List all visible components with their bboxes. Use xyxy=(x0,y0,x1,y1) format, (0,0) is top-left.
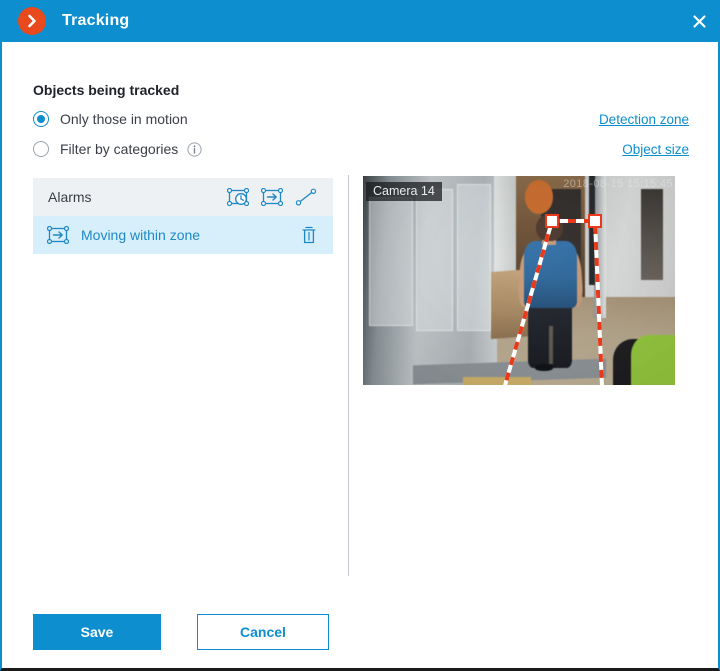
window-title: Tracking xyxy=(62,12,130,29)
title-bar: Tracking xyxy=(2,0,718,42)
radio-label-only-in-motion: Only those in motion xyxy=(60,111,188,127)
zone-moving-icon xyxy=(46,224,70,246)
tracking-dialog: Tracking Objects being tracked Only thos… xyxy=(0,0,720,671)
link-detection-zone[interactable]: Detection zone xyxy=(599,112,689,127)
radio-option-filter-by-categories[interactable]: Filter by categories xyxy=(33,141,202,157)
tripwire-line-icon[interactable] xyxy=(291,184,321,210)
alarms-header-title: Alarms xyxy=(48,189,92,205)
list-item[interactable]: Moving within zone xyxy=(33,216,333,254)
camera-preview[interactable]: Camera 14 2018-08-15 15:15:45 xyxy=(363,176,675,385)
camera-scene xyxy=(363,176,675,385)
panel-divider xyxy=(348,175,349,576)
app-logo-icon xyxy=(18,7,46,35)
section-title: Objects being tracked xyxy=(33,82,180,98)
cancel-button[interactable]: Cancel xyxy=(197,614,329,650)
radio-indicator-only-in-motion[interactable] xyxy=(33,111,49,127)
alarms-list-header: Alarms xyxy=(33,178,333,216)
close-button[interactable] xyxy=(682,6,716,36)
zone-handle-top-left[interactable] xyxy=(545,214,559,228)
info-circle-icon[interactable] xyxy=(187,141,202,157)
radio-option-only-in-motion[interactable]: Only those in motion xyxy=(33,111,188,127)
dialog-body: Objects being tracked Only those in moti… xyxy=(2,42,718,668)
camera-label: Camera 14 xyxy=(366,182,442,201)
alarms-list: Alarms Moving within zone xyxy=(33,178,333,254)
list-item-label: Moving within zone xyxy=(81,227,201,243)
zone-loitering-icon[interactable] xyxy=(223,184,253,210)
trash-icon[interactable] xyxy=(297,223,321,247)
save-button[interactable]: Save xyxy=(33,614,161,650)
zone-moving-icon[interactable] xyxy=(257,184,287,210)
camera-timestamp: 2018-08-15 15:15:45 xyxy=(563,178,673,190)
radio-indicator-filter-by-categories[interactable] xyxy=(33,141,49,157)
link-object-size[interactable]: Object size xyxy=(622,142,689,157)
zone-handle-top-right[interactable] xyxy=(588,214,602,228)
radio-label-filter-by-categories: Filter by categories xyxy=(60,141,179,157)
